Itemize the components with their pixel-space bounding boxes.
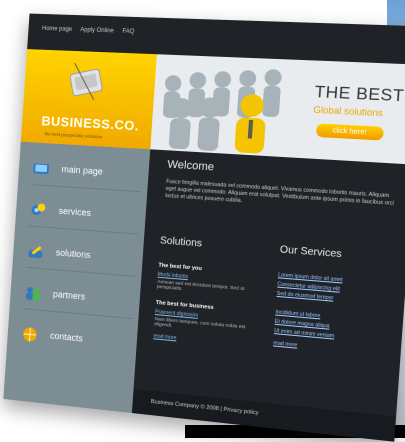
website-mockup: Home page Apply Online FAQ BUSINESS.CO. …	[3, 13, 405, 442]
hero-banner: THE BEST Global solutions click here!	[150, 54, 405, 165]
services-section: Our Services Lorem ipsum dolor sit amet …	[263, 238, 399, 405]
welcome-title: Welcome	[166, 158, 215, 174]
divider	[22, 308, 133, 320]
services-list-1: Lorem ipsum dolor sit amet Consectetur a…	[277, 272, 398, 307]
logo-icon	[70, 62, 103, 101]
sidebar-item-label: solutions	[55, 247, 91, 261]
sidebar-item-label: services	[58, 205, 92, 219]
globe-icon	[21, 326, 39, 343]
sidebar-item-main-page[interactable]: main page	[31, 156, 143, 193]
footer-text: Business Company © 2008 | Privacy policy	[150, 398, 259, 417]
logo-area: BUSINESS.CO. the best perspective soluti…	[20, 49, 157, 150]
top-links: Home page Apply Online FAQ	[42, 26, 142, 36]
solutions-read-more-link[interactable]: read more	[153, 333, 258, 349]
divider	[28, 225, 139, 235]
services-title: Our Services	[279, 244, 343, 261]
solutions-section: Solutions The best for you Morbi loborti…	[144, 229, 266, 392]
sidebar-navigation: main page services solutions partners co…	[3, 141, 151, 414]
apply-link[interactable]: Apply Online	[80, 27, 114, 34]
sidebar-item-label: contacts	[49, 330, 84, 344]
welcome-text: Fusce fringilla malesuada vel commodo al…	[165, 178, 395, 207]
gear-icon	[31, 203, 46, 216]
pen-icon	[28, 245, 43, 259]
sidebar-item-label: partners	[52, 288, 86, 302]
people-icon	[25, 286, 41, 301]
solutions-title: Solutions	[159, 235, 203, 250]
main-content: Welcome Fusce fringilla malesuada vel co…	[131, 149, 405, 442]
services-list-2: Incididunt ut labore Et dolore magna ali…	[274, 309, 394, 345]
divider	[31, 184, 142, 193]
sidebar-item-label: main page	[61, 164, 104, 177]
blue-book-icon	[33, 163, 50, 175]
brand-name: BUSINESS.CO.	[41, 113, 140, 134]
brand-tagline: the best perspective solutions	[44, 131, 103, 140]
sidebar-item-solutions[interactable]: solutions	[25, 239, 138, 277]
sidebar-item-contacts[interactable]: contacts	[20, 322, 131, 360]
divider	[25, 266, 136, 277]
sidebar-item-services[interactable]: services	[28, 198, 141, 235]
faq-link[interactable]: FAQ	[122, 29, 134, 35]
sidebar-item-partners[interactable]: partners	[22, 281, 134, 320]
home-link[interactable]: Home page	[42, 26, 72, 33]
